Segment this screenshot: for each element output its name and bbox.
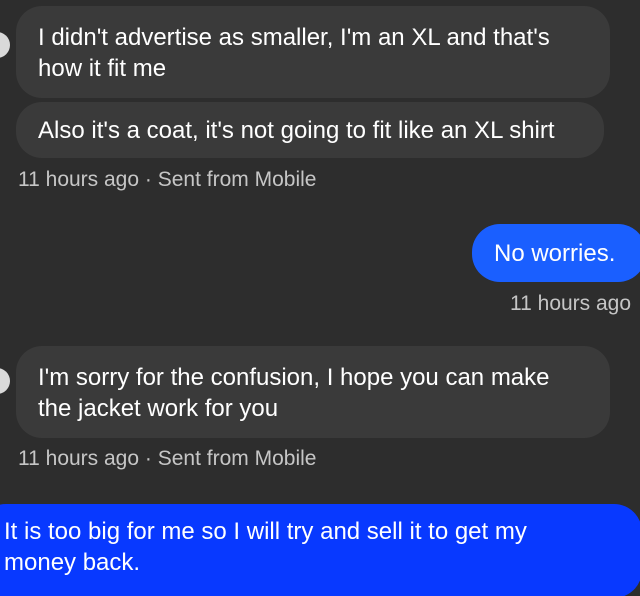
sent-from-label: Sent from Mobile (157, 168, 317, 191)
sender-avatar[interactable] (0, 368, 10, 394)
message-text: It is too big for me so I will try and s… (4, 518, 527, 576)
incoming-message-bubble[interactable]: Also it's a coat, it's not going to fit … (16, 102, 604, 158)
message-timestamp-row: 11 hours ago · Sent from Mobile (18, 168, 316, 192)
message-text: I didn't advertise as smaller, I'm an XL… (38, 24, 550, 82)
separator-dot: · (144, 447, 152, 470)
timestamp: 11 hours ago (18, 168, 140, 191)
sender-avatar[interactable] (0, 32, 10, 58)
outgoing-message-bubble[interactable]: It is too big for me so I will try and s… (0, 504, 640, 596)
timestamp: 11 hours ago (510, 292, 632, 315)
incoming-message-bubble[interactable]: I'm sorry for the confusion, I hope you … (16, 346, 610, 438)
separator-dot: · (144, 168, 152, 191)
message-text: I'm sorry for the confusion, I hope you … (38, 364, 550, 422)
outgoing-message-bubble[interactable]: No worries. (472, 224, 640, 282)
message-text: No worries. (494, 240, 616, 267)
incoming-message-bubble[interactable]: I didn't advertise as smaller, I'm an XL… (16, 6, 610, 98)
message-text: Also it's a coat, it's not going to fit … (38, 117, 555, 144)
sent-from-label: Sent from Mobile (157, 447, 317, 470)
message-thread: I didn't advertise as smaller, I'm an XL… (0, 0, 640, 596)
timestamp: 11 hours ago (18, 447, 140, 470)
message-timestamp-row: 11 hours ago · Sent from Mobile (18, 447, 316, 471)
message-timestamp: 11 hours ago (510, 292, 631, 316)
